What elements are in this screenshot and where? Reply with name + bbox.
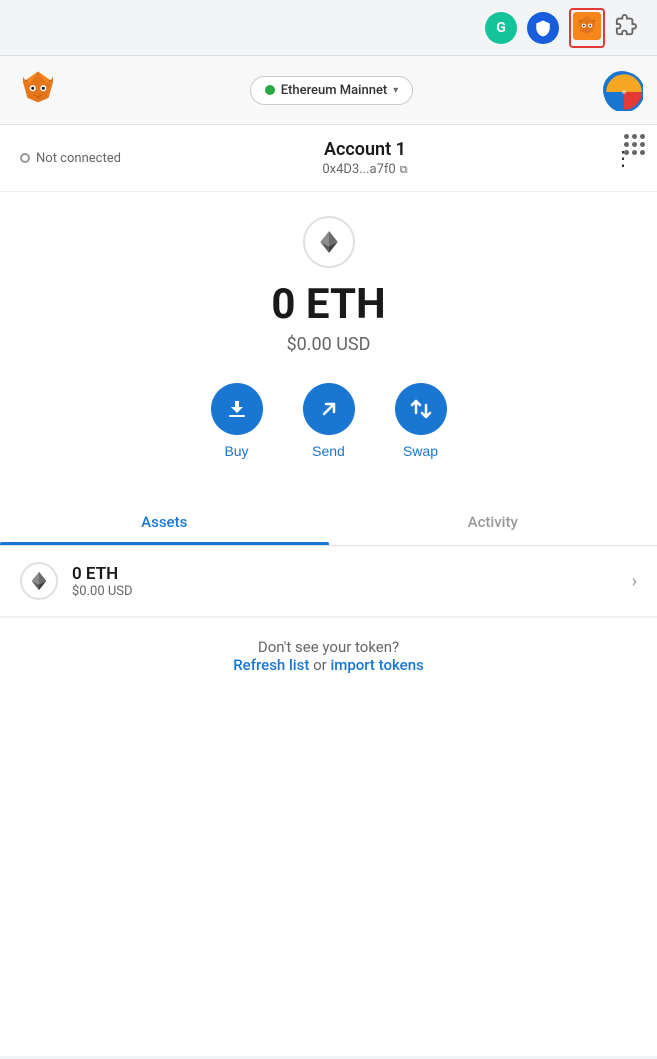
tab-activity[interactable]: Activity	[329, 499, 657, 545]
token-discovery-links: Refresh list or import tokens	[20, 656, 637, 674]
buy-icon-circle	[211, 383, 263, 435]
metamask-extension-icon[interactable]	[569, 8, 605, 48]
asset-chevron-right-icon: ›	[632, 571, 637, 592]
network-selector[interactable]: Ethereum Mainnet ▾	[250, 76, 414, 105]
copy-address-icon[interactable]: ⧉	[400, 163, 408, 177]
eth-asset-diamond-icon	[28, 570, 50, 592]
bitwarden-extension-icon[interactable]	[527, 12, 559, 44]
metamask-popup: Ethereum Mainnet ▾	[0, 56, 657, 1056]
send-icon-circle	[303, 383, 355, 435]
extensions-puzzle-icon[interactable]	[615, 14, 637, 41]
metamask-logo	[16, 68, 60, 112]
assets-list: 0 ETH $0.00 USD ›	[0, 546, 657, 617]
eth-logo-circle	[303, 216, 355, 268]
buy-button[interactable]: Buy	[211, 383, 263, 459]
import-tokens-link[interactable]: import tokens	[330, 656, 423, 674]
swap-label: Swap	[403, 443, 438, 459]
tab-assets[interactable]: Assets	[0, 499, 329, 545]
send-icon	[317, 397, 341, 421]
asset-eth-fiat: $0.00 USD	[72, 584, 133, 599]
asset-eth-name: 0 ETH	[72, 564, 133, 584]
avatar-icon	[605, 73, 643, 111]
network-status-dot	[265, 85, 275, 95]
account-avatar[interactable]	[603, 71, 641, 109]
grid-menu-icon[interactable]	[620, 130, 649, 159]
asset-details: 0 ETH $0.00 USD	[72, 564, 133, 599]
swap-button[interactable]: Swap	[395, 383, 447, 459]
swap-icon	[409, 397, 433, 421]
balance-usd-amount: $0.00 USD	[20, 334, 637, 355]
send-label: Send	[312, 443, 345, 459]
connection-status: Not connected	[20, 151, 121, 166]
action-buttons-row: Buy Send Swap	[20, 383, 637, 459]
browser-extension-bar: G	[0, 0, 657, 56]
address-text: 0x4D3...a7f0	[322, 162, 395, 177]
balance-section: 0 ETH $0.00 USD Buy	[0, 192, 657, 499]
metamask-fox-icon	[573, 12, 601, 40]
buy-label: Buy	[224, 443, 248, 459]
asset-left: 0 ETH $0.00 USD	[20, 562, 133, 600]
chevron-down-icon: ▾	[393, 85, 398, 96]
account-name: Account 1	[121, 139, 609, 160]
not-connected-label: Not connected	[36, 151, 121, 166]
shield-icon	[534, 19, 552, 37]
swap-icon-circle	[395, 383, 447, 435]
eth-asset-icon	[20, 562, 58, 600]
token-discovery-prompt: Don't see your token?	[20, 638, 637, 656]
token-discovery-section: Don't see your token? Refresh list or im…	[0, 617, 657, 694]
main-tabs: Assets Activity	[0, 499, 657, 546]
network-label: Ethereum Mainnet	[281, 83, 388, 98]
puzzle-piece-icon	[615, 14, 637, 36]
refresh-list-link[interactable]: Refresh list	[233, 656, 309, 674]
account-section: Not connected Account 1 0x4D3...a7f0 ⧉ ⋮	[0, 125, 657, 192]
metamask-header: Ethereum Mainnet ▾	[0, 56, 657, 125]
balance-eth-amount: 0 ETH	[20, 284, 637, 326]
account-info: Account 1 0x4D3...a7f0 ⧉	[121, 139, 609, 177]
eth-diamond-icon	[316, 229, 342, 255]
download-icon	[225, 397, 249, 421]
grammarly-extension-icon[interactable]: G	[485, 12, 517, 44]
account-address: 0x4D3...a7f0 ⧉	[121, 162, 609, 177]
not-connected-dot	[20, 153, 30, 163]
send-button[interactable]: Send	[303, 383, 355, 459]
eth-asset-item[interactable]: 0 ETH $0.00 USD ›	[0, 546, 657, 617]
